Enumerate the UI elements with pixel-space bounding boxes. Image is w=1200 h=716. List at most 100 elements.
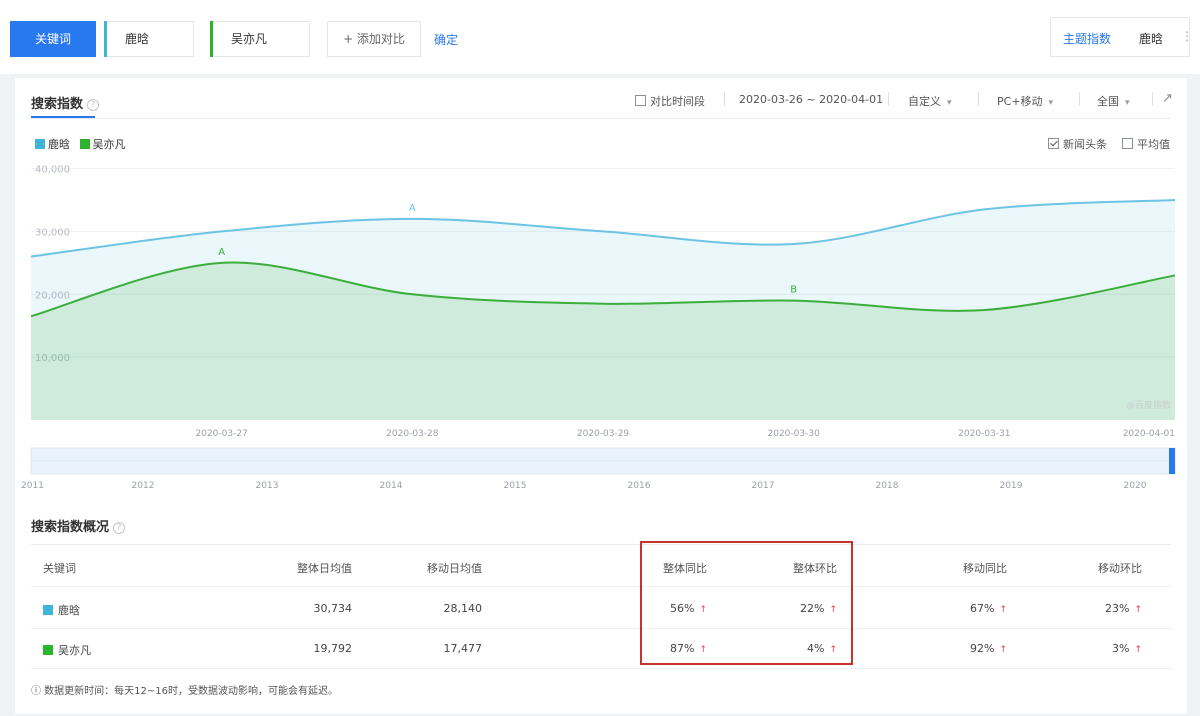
arrow-up-icon: ↑ (1134, 605, 1142, 615)
checkbox-icon[interactable] (1122, 138, 1133, 149)
timeline-year-label: 2013 (256, 481, 279, 491)
legend-item-luhan[interactable]: 鹿晗 (35, 138, 70, 151)
divider (31, 544, 1171, 545)
legend-swatch (35, 139, 45, 149)
value-text: 23% (1105, 602, 1130, 615)
mobile-avg-value: 28,140 (443, 602, 483, 615)
separator (724, 92, 725, 106)
watermark: @百度指数 (1126, 399, 1171, 411)
arrow-up-icon: ↑ (999, 605, 1007, 615)
confirm-link[interactable]: 确定 (434, 31, 458, 48)
timeline-year-label: 2020 (1124, 481, 1147, 491)
header-overall-avg: 整体日均值 (297, 562, 352, 575)
keyword-input-wuyifan[interactable]: 吴亦凡 (210, 21, 310, 57)
region-dropdown[interactable]: 全国 ▾ (1097, 93, 1130, 109)
compare-period-label: 对比时间段 (650, 95, 705, 108)
table-row-keyword: 鹿晗 (43, 602, 80, 618)
overview-title-text: 搜索指数概况 (31, 520, 110, 535)
export-icon[interactable]: ↗ (1162, 91, 1173, 106)
timeline-year-label: 2012 (132, 481, 155, 491)
search-index-chart: 40,00030,00020,00010,000AAB@百度指数2020-03-… (21, 165, 1176, 491)
main-panel: 搜索指数? 对比时间段 2020-03-26 ~ 2020-04-01 自定义 ▾… (15, 78, 1187, 714)
separator (888, 92, 889, 106)
region-label: 全国 (1097, 95, 1119, 108)
info-icon[interactable]: ? (87, 99, 100, 111)
overall-avg-value: 19,792 (313, 642, 353, 655)
chevron-down-icon: ▾ (947, 98, 952, 108)
add-compare-button[interactable]: + 添加对比 (327, 21, 421, 57)
custom-label: 自定义 (908, 95, 941, 108)
checkbox-icon[interactable] (635, 95, 646, 106)
keyword-button[interactable]: 关键词 (10, 21, 96, 57)
y-tick-label: 30,000 (35, 227, 70, 238)
separator (1152, 92, 1153, 106)
x-tick-label: 2020-03-28 (386, 429, 439, 439)
mobile-mom-value: 23% ↑ (1105, 602, 1142, 615)
keyword-text: 吴亦凡 (58, 644, 91, 657)
tab-luhan[interactable]: 鹿晗 (1139, 30, 1163, 47)
arrow-up-icon: ↑ (999, 645, 1007, 655)
value-text: 3% (1112, 642, 1130, 655)
mobile-yoy-value: 67% ↑ (970, 602, 1007, 615)
value-text: 67% (970, 602, 995, 615)
date-range-picker[interactable]: 2020-03-26 ~ 2020-04-01 (739, 93, 883, 106)
legend-label: 吴亦凡 (92, 138, 126, 151)
search-index-title-text: 搜索指数 (31, 97, 84, 112)
checkbox-checked-icon[interactable] (1048, 138, 1059, 149)
row-divider (31, 668, 1171, 669)
mobile-yoy-value: 92% ↑ (970, 642, 1007, 655)
overall-avg-value: 30,734 (313, 602, 353, 615)
keyword-text: 鹿晗 (58, 604, 80, 617)
chevron-down-icon: ▾ (1125, 98, 1130, 108)
search-index-title: 搜索指数? (31, 93, 100, 112)
timeline-year-label: 2018 (876, 481, 899, 491)
keyword-color-bar (210, 21, 213, 57)
x-tick-label: 2020-03-27 (196, 429, 248, 439)
timeline-year-label: 2011 (21, 481, 44, 491)
header-mobile-yoy: 移动同比 (963, 562, 1007, 575)
average-label: 平均值 (1137, 138, 1170, 151)
update-footnote: ⓘ 数据更新时间：每天12~16时，受数据波动影响，可能会有延迟。 (31, 686, 339, 697)
divider (31, 118, 1171, 119)
topic-index-switch: 主题指数 鹿晗 ⋮ (1050, 17, 1193, 57)
mobile-mom-value: 3% ↑ (1112, 642, 1142, 655)
custom-dropdown[interactable]: 自定义 ▾ (908, 93, 952, 109)
timeline-year-label: 2015 (504, 481, 527, 491)
more-icon[interactable]: ⋮ (1181, 29, 1193, 43)
keyword-color-bar (104, 21, 107, 57)
device-dropdown[interactable]: PC+移动 ▾ (997, 93, 1053, 109)
row-divider (31, 628, 1171, 629)
keyword-input-luhan[interactable]: 鹿晗 (104, 21, 194, 57)
info-icon[interactable]: ? (113, 522, 126, 534)
header-keyword: 关键词 (43, 562, 76, 575)
top-bar: 关键词 鹿晗 吴亦凡 + 添加对比 确定 主题指数 鹿晗 ⋮ (0, 0, 1200, 74)
arrow-up-icon: ↑ (1134, 645, 1142, 655)
keyword-label: 吴亦凡 (231, 32, 268, 46)
comparison-highlight-box (640, 541, 853, 665)
x-tick-label: 2020-04-01 (1123, 429, 1175, 439)
timeline-year-label: 2019 (1000, 481, 1023, 491)
compare-period-toggle[interactable]: 对比时间段 (635, 93, 705, 109)
average-toggle[interactable]: 平均值 (1122, 136, 1170, 152)
legend-swatch (79, 139, 90, 149)
annotation-label: B (790, 285, 797, 296)
row-divider (31, 586, 1171, 587)
timeline-year-label: 2017 (752, 481, 775, 491)
x-tick-label: 2020-03-31 (958, 429, 1010, 439)
legend-item-wuyifan[interactable]: 吴亦凡 (79, 138, 126, 151)
keyword-label: 鹿晗 (125, 32, 150, 46)
table-row-keyword: 吴亦凡 (43, 642, 91, 658)
news-headline-toggle[interactable]: 新闻头条 (1048, 136, 1107, 152)
chevron-down-icon: ▾ (1048, 98, 1054, 108)
header-mobile-mom: 移动环比 (1098, 562, 1142, 575)
annotation-label: A (409, 203, 416, 214)
x-tick-label: 2020-03-30 (768, 429, 821, 439)
tab-topic-index[interactable]: 主题指数 (1063, 30, 1111, 47)
keyword-swatch (43, 605, 53, 615)
legend-label: 鹿晗 (48, 138, 70, 151)
timeline-handle (1169, 448, 1175, 474)
timeline-year-label: 2014 (380, 481, 403, 491)
y-tick-label: 40,000 (35, 165, 70, 176)
news-headline-label: 新闻头条 (1063, 138, 1107, 151)
separator (1079, 92, 1080, 106)
